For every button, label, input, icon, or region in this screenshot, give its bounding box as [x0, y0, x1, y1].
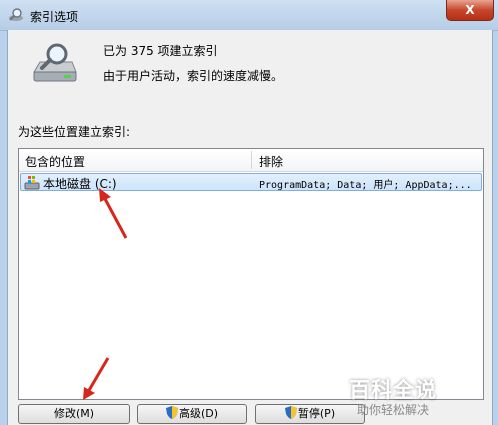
uac-shield-icon — [284, 406, 297, 419]
advanced-button-label: 高级(D) — [178, 407, 219, 420]
column-divider[interactable] — [251, 151, 252, 169]
indexing-slow-note: 由于用户活动，索引的速度减慢。 — [103, 69, 284, 83]
window-title: 索引选项 — [30, 10, 79, 24]
drive-magnifier-icon — [33, 43, 77, 82]
list-item[interactable]: 本地磁盘 (C:) ProgramData; Data; 用户; AppData… — [20, 173, 482, 191]
title-bar[interactable]: 索引选项 X — [0, 0, 498, 31]
list-header: 包含的位置 排除 — [19, 149, 483, 172]
locations-label: 为这些位置建立索引: — [18, 125, 131, 139]
pause-button-label: 暂停(P) — [297, 407, 336, 420]
watermark-sub: 助你轻松解决 — [356, 403, 429, 417]
locations-list[interactable]: 包含的位置 排除 本地磁盘 (C:) ProgramData; Data; 用户… — [18, 148, 484, 400]
advanced-button[interactable]: 高级(D) — [137, 404, 247, 424]
close-button[interactable]: X — [446, 0, 494, 21]
dialog-body: 已为 375 项建立索引 由于用户活动，索引的速度减慢。 为这些位置建立索引: … — [7, 30, 493, 425]
uac-shield-icon — [165, 406, 178, 419]
watermark-main: 百科全说 — [349, 378, 437, 402]
watermark: 百科全说 助你轻松解决 — [343, 378, 443, 418]
local-disk-icon — [24, 176, 40, 190]
exclude-cell: ProgramData; Data; 用户; AppData;... — [259, 180, 472, 191]
modify-button[interactable]: 修改(M) — [18, 404, 130, 424]
location-cell: 本地磁盘 (C:) — [43, 177, 117, 191]
indexed-count-text: 已为 375 项建立索引 — [103, 44, 218, 58]
column-header-location[interactable]: 包含的位置 — [25, 153, 85, 170]
indexing-options-icon — [9, 8, 23, 21]
column-header-exclude[interactable]: 排除 — [259, 153, 283, 170]
